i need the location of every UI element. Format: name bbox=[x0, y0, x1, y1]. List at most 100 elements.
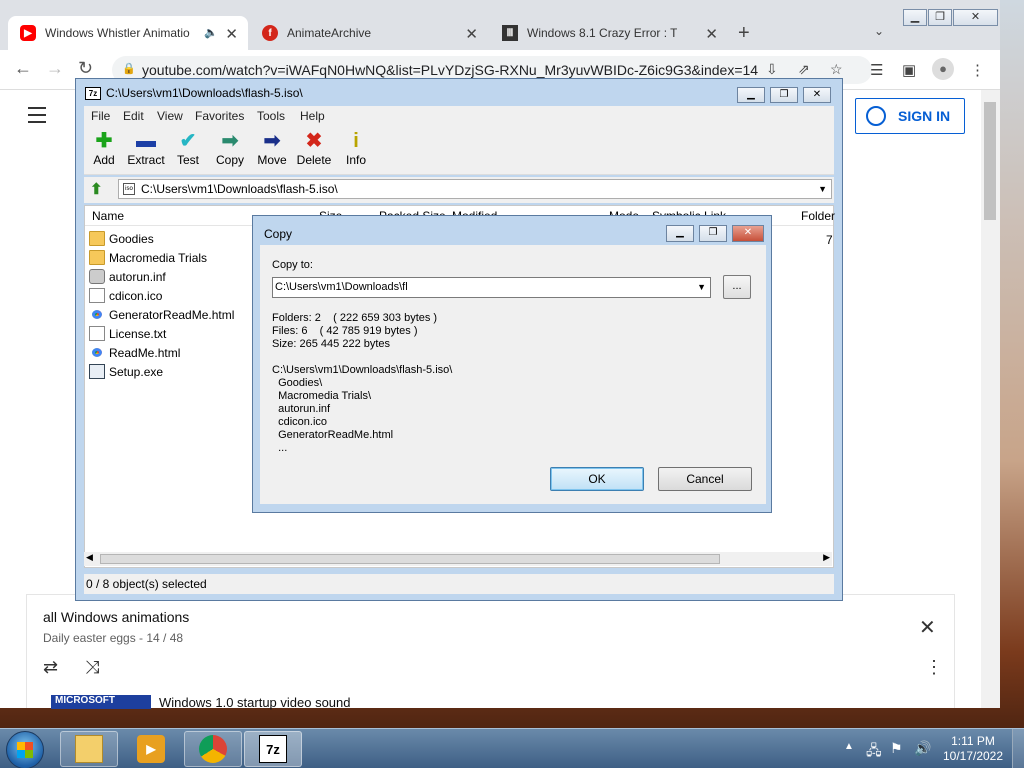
column-folders[interactable]: Folder bbox=[801, 209, 835, 223]
taskbar-7zip[interactable]: 7z bbox=[244, 731, 302, 767]
minimize-button[interactable]: ▁ bbox=[903, 9, 927, 26]
close-button[interactable]: ✕ bbox=[953, 9, 998, 26]
path-combobox[interactable]: iso C:\Users\vm1\Downloads\flash-5.iso\ … bbox=[118, 179, 832, 199]
hamburger-menu-icon[interactable] bbox=[28, 107, 46, 128]
dropdown-arrow-icon[interactable]: ▼ bbox=[697, 278, 706, 297]
audio-playing-icon[interactable]: 🔈 bbox=[204, 26, 218, 39]
scroll-left-icon[interactable]: ◀ bbox=[86, 552, 93, 563]
more-options-icon[interactable]: ⋮ bbox=[925, 657, 943, 678]
close-tab-icon[interactable]: ✕ bbox=[465, 25, 478, 43]
list-item[interactable]: GeneratorReadMe.html bbox=[89, 305, 234, 324]
show-desktop-button[interactable] bbox=[1012, 729, 1024, 768]
lock-icon[interactable]: 🔒 bbox=[122, 62, 136, 75]
taskbar-media-player[interactable]: ▶ bbox=[122, 731, 180, 767]
video-thumbnail[interactable]: MICROSOFT bbox=[51, 695, 151, 709]
close-tab-icon[interactable]: ✕ bbox=[225, 25, 238, 43]
kebab-menu-icon[interactable]: ⋮ bbox=[970, 61, 985, 79]
menu-tools[interactable]: Tools bbox=[257, 109, 285, 123]
close-playlist-icon[interactable]: ✕ bbox=[919, 615, 936, 640]
network-icon[interactable]: 🖧 bbox=[866, 740, 882, 764]
close-tab-icon[interactable]: ✕ bbox=[705, 25, 718, 43]
list-item[interactable]: cdicon.ico bbox=[89, 286, 162, 305]
playlist-title[interactable]: all Windows animations bbox=[43, 609, 189, 625]
page-scrollbar[interactable] bbox=[981, 90, 1000, 708]
list-item[interactable]: ReadMe.html bbox=[89, 343, 180, 362]
loop-icon[interactable]: ⇄ bbox=[43, 657, 58, 678]
playlist-video-title[interactable]: Windows 1.0 startup video sound bbox=[159, 695, 351, 710]
file-name: Macromedia Trials bbox=[109, 250, 208, 265]
list-item[interactable]: Setup.exe bbox=[89, 362, 163, 381]
bookmark-star-icon[interactable]: ☆ bbox=[830, 61, 843, 78]
side-panel-icon[interactable]: ▣ bbox=[902, 61, 916, 79]
tab-search-chevron-icon[interactable]: ⌄ bbox=[874, 24, 884, 38]
destination-combobox[interactable]: C:\Users\vm1\Downloads\fl ▼ bbox=[272, 277, 711, 298]
copy-dialog: Copy ▁ ❐ ✕ Copy to: C:\Users\vm1\Downloa… bbox=[252, 215, 772, 513]
column-name[interactable]: Name bbox=[92, 209, 124, 223]
new-tab-button[interactable]: + bbox=[738, 22, 750, 45]
menu-help[interactable]: Help bbox=[300, 109, 325, 123]
minimize-button[interactable]: ▁ bbox=[666, 225, 694, 242]
dialog-body: Copy to: C:\Users\vm1\Downloads\fl ▼ ...… bbox=[260, 245, 766, 504]
scrollbar-thumb[interactable] bbox=[100, 554, 720, 564]
copy-button[interactable]: ➡ Copy bbox=[207, 129, 253, 167]
media-player-icon: ▶ bbox=[137, 735, 165, 763]
clock-time: 1:11 PM bbox=[951, 734, 995, 748]
taskbar: ▶ 7z ▲ 🖧 ⚑ 🔊 1:11 PM 10/17/2022 bbox=[0, 728, 1024, 768]
maximize-button[interactable]: ❐ bbox=[770, 87, 798, 103]
tab-animatearchive[interactable]: f AnimateArchive ✕ bbox=[250, 16, 488, 50]
maximize-button[interactable]: ❐ bbox=[928, 9, 952, 26]
folder-up-icon[interactable]: ⬆ bbox=[90, 180, 108, 198]
url-text[interactable]: youtube.com/watch?v=iWAFqN0HwNQ&list=PLv… bbox=[142, 62, 764, 78]
sign-in-button[interactable]: SIGN IN bbox=[855, 98, 965, 134]
action-center-flag-icon[interactable]: ⚑ bbox=[890, 740, 903, 757]
minimize-button[interactable]: ▁ bbox=[737, 87, 765, 103]
move-button[interactable]: ➡ Move bbox=[249, 129, 295, 167]
extract-button[interactable]: ▬ Extract bbox=[123, 129, 169, 167]
window-title-text: C:\Users\vm1\Downloads\flash-5.iso\ bbox=[106, 86, 303, 100]
back-icon[interactable]: ← bbox=[14, 58, 32, 79]
menu-file[interactable]: File bbox=[91, 109, 110, 123]
scrollbar-thumb[interactable] bbox=[984, 102, 996, 220]
taskbar-explorer[interactable] bbox=[60, 731, 118, 767]
file-icon bbox=[89, 288, 105, 303]
menu-view[interactable]: View bbox=[157, 109, 183, 123]
ok-button[interactable]: OK bbox=[550, 467, 644, 491]
list-item[interactable]: Macromedia Trials bbox=[89, 248, 207, 267]
maximize-button[interactable]: ❐ bbox=[699, 225, 727, 242]
folder-count: 7 bbox=[826, 233, 833, 247]
share-icon[interactable]: ⇗ bbox=[798, 61, 810, 78]
tab-crazy-error[interactable]: Ⅲ Windows 8.1 Crazy Error : TheCra ✕ bbox=[490, 16, 728, 50]
close-button[interactable]: ✕ bbox=[732, 225, 764, 242]
cancel-button[interactable]: Cancel bbox=[658, 467, 752, 491]
list-item[interactable]: autorun.inf bbox=[89, 267, 166, 286]
show-hidden-icons-icon[interactable]: ▲ bbox=[844, 741, 854, 752]
test-button[interactable]: ✔ Test bbox=[165, 129, 211, 167]
tab-youtube[interactable]: ▶ Windows Whistler Animatio 🔈 ✕ bbox=[8, 16, 248, 50]
text-file-icon bbox=[89, 326, 105, 341]
start-button[interactable] bbox=[6, 731, 44, 768]
reload-icon[interactable]: ↻ bbox=[78, 58, 93, 79]
volume-icon[interactable]: 🔊 bbox=[914, 740, 931, 757]
media-control-icon[interactable]: ☰ bbox=[870, 61, 883, 79]
list-item[interactable]: Goodies bbox=[89, 229, 154, 248]
clock[interactable]: 1:11 PM 10/17/2022 bbox=[940, 734, 1006, 764]
menu-favorites[interactable]: Favorites bbox=[195, 109, 244, 123]
horizontal-scrollbar[interactable]: ◀ ▶ bbox=[84, 552, 832, 566]
close-button[interactable]: ✕ bbox=[803, 87, 831, 103]
taskbar-chrome[interactable] bbox=[184, 731, 242, 767]
profile-avatar[interactable]: ● bbox=[932, 58, 954, 80]
info-button[interactable]: i Info bbox=[333, 129, 379, 167]
forward-icon[interactable]: → bbox=[46, 58, 64, 79]
menu-edit[interactable]: Edit bbox=[123, 109, 144, 123]
browse-button[interactable]: ... bbox=[723, 275, 751, 299]
add-button[interactable]: ✚ Add bbox=[81, 129, 127, 167]
dropdown-arrow-icon[interactable]: ▼ bbox=[818, 180, 827, 198]
file-name: Goodies bbox=[109, 231, 154, 246]
list-item[interactable]: License.txt bbox=[89, 324, 166, 343]
install-app-icon[interactable]: ⇩ bbox=[766, 61, 778, 78]
shuffle-icon[interactable]: ⤨ bbox=[85, 657, 99, 678]
destination-text[interactable]: C:\Users\vm1\Downloads\fl bbox=[275, 281, 408, 293]
delete-button[interactable]: ✖ Delete bbox=[291, 129, 337, 167]
folders-info: Folders: 2 ( 222 659 303 bytes ) bbox=[272, 312, 438, 324]
scroll-right-icon[interactable]: ▶ bbox=[823, 552, 830, 563]
